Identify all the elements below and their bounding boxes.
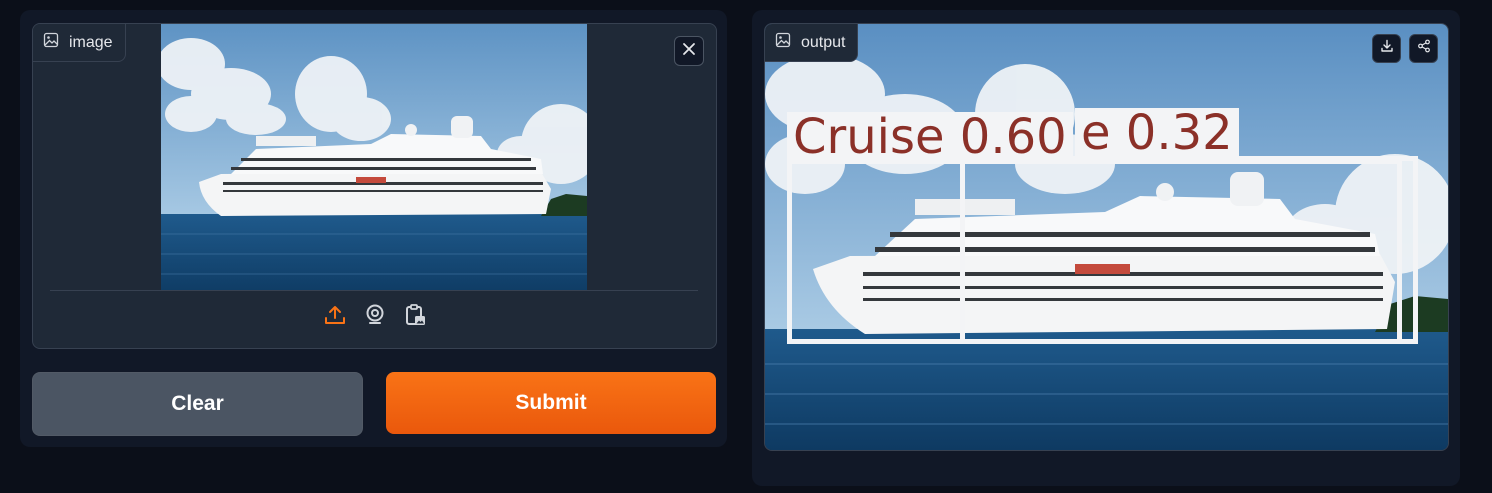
output-label: output (765, 24, 859, 62)
image-icon (775, 32, 791, 53)
share-icon (1417, 39, 1431, 58)
download-button[interactable] (1372, 34, 1401, 63)
clipboard-source-button[interactable] (402, 303, 428, 332)
image-input[interactable]: image (32, 23, 717, 349)
output-image-preview: e 0.32 Cruise 0.60 (765, 24, 1448, 450)
divider (50, 290, 698, 291)
output-label-text: output (801, 33, 846, 51)
detection-label: e 0.32 (1075, 108, 1239, 158)
upload-icon (323, 303, 347, 332)
share-button[interactable] (1409, 34, 1438, 63)
input-panel: image Clear Submit (20, 10, 727, 447)
clear-image-button[interactable] (674, 36, 704, 66)
detection-label: Cruise 0.60 (787, 112, 1073, 162)
image-label-text: image (69, 33, 113, 51)
submit-button[interactable]: Submit (386, 372, 716, 434)
clipboard-icon (403, 303, 427, 332)
input-image-preview (161, 24, 587, 290)
image-output: output e 0.32 Cruise 0.60 (764, 23, 1449, 451)
upload-source-button[interactable] (322, 304, 348, 330)
output-panel: output e 0.32 Cruise 0.60 (752, 10, 1460, 486)
webcam-icon (363, 303, 387, 332)
close-icon (682, 42, 696, 61)
clear-button[interactable]: Clear (32, 372, 363, 436)
source-selector (33, 303, 716, 332)
output-actions (1372, 34, 1438, 63)
download-icon (1380, 39, 1394, 58)
image-label: image (33, 24, 126, 62)
webcam-source-button[interactable] (362, 304, 388, 330)
detection-box (787, 159, 1402, 344)
image-icon (43, 32, 59, 53)
